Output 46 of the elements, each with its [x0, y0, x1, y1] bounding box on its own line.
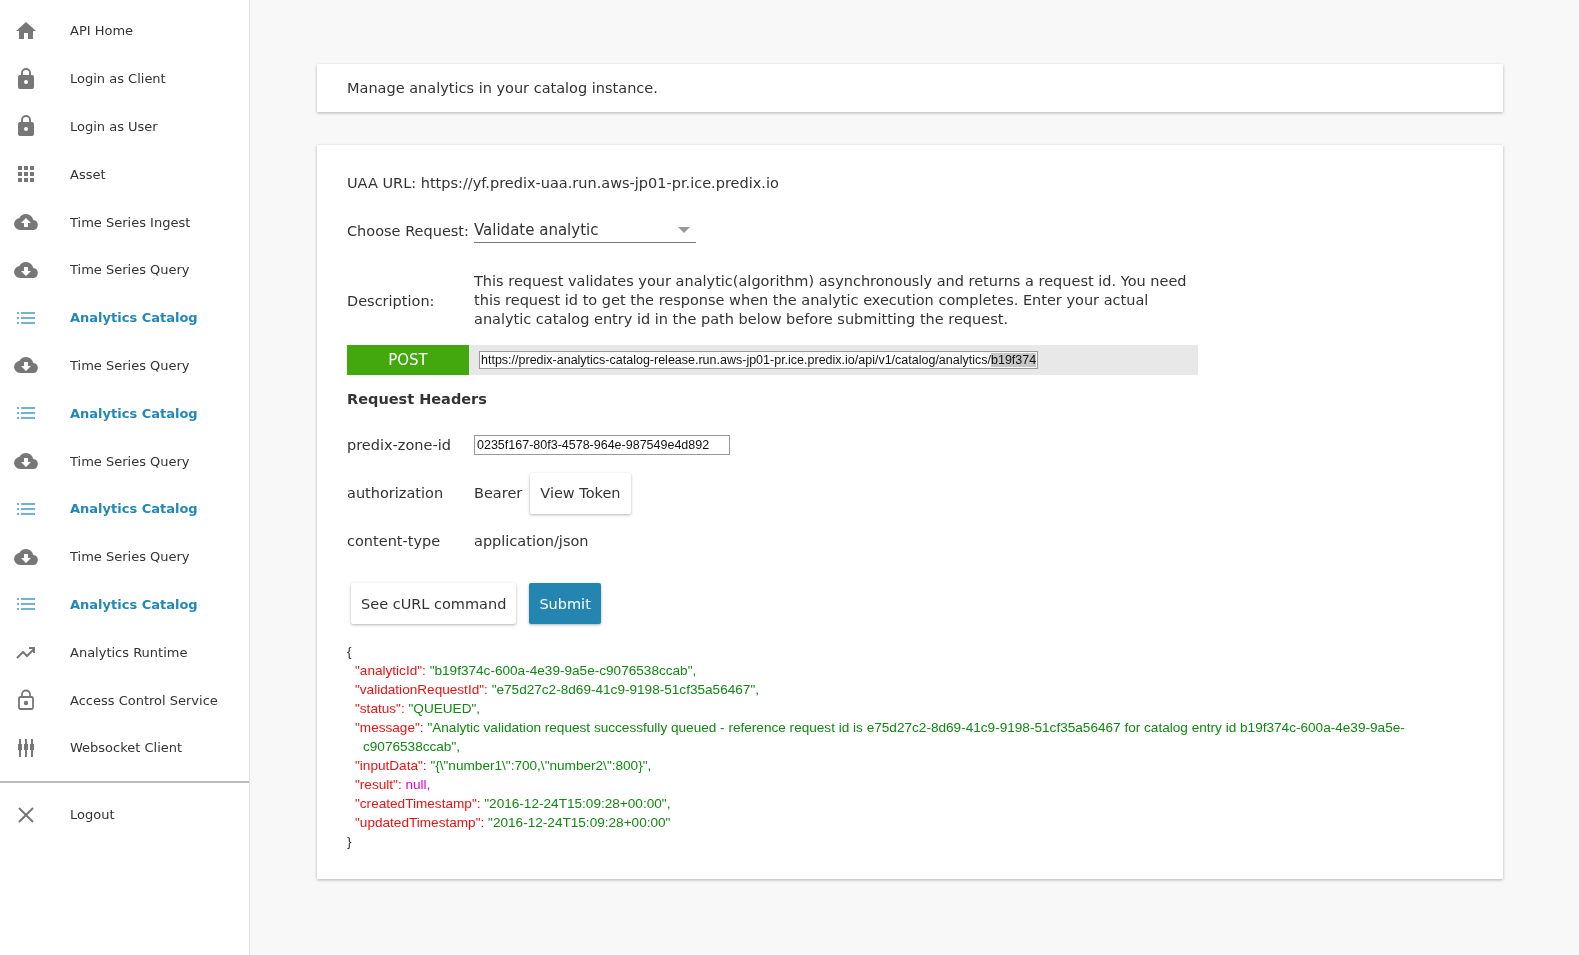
url-field[interactable]: https://predix-analytics-catalog-release.run.aws-jp01-pr.ice.predix.io/api/v1/catalog/analytics/b19f374 [479, 351, 1039, 369]
sidebar-item[interactable]: Analytics Catalog [0, 580, 249, 629]
header-value: application/json [474, 533, 589, 549]
curl-button[interactable]: See cURL command [351, 583, 517, 624]
json-brace: { [347, 643, 353, 661]
header-name: authorization [347, 485, 445, 501]
json-brace: } [347, 833, 353, 851]
header-value: Bearer [474, 485, 523, 501]
uaa-url-text: UAA URL: https://yf.predix-uaa.run.aws-jp01-pr.ice.predix.io [347, 175, 780, 191]
json-line: "analyticId": "b19f374c-600a-4e39-9a5e-c9076538ccab", [355, 662, 698, 680]
intro-text: Manage analytics in your catalog instance. [346, 79, 659, 98]
json-line: "result": null, [355, 776, 432, 794]
header-name: content-type [347, 533, 442, 549]
sidebar-item[interactable]: API Home [0, 7, 249, 55]
header-input[interactable]: 0235f167-80f3-4578-964e-987549e4d892 [474, 435, 730, 455]
json-line: "inputData": "{\"number1\":700,\"number2\":800}", [355, 757, 653, 775]
sidebar-item[interactable]: Login as Client [0, 54, 249, 103]
submit-button[interactable]: Submit [529, 583, 601, 624]
sidebar-item[interactable]: Login as User [0, 102, 249, 151]
sidebar-item[interactable]: Time Series Ingest [0, 198, 249, 246]
json-line: "updatedTimestamp": "2016-12-24T15:09:28+00:00" [355, 814, 672, 832]
json-line: "createdTimestamp": "2016-12-24T15:09:28+00:00", [355, 795, 672, 813]
method-badge: POST [347, 345, 469, 375]
request-headers-title: Request Headers [347, 391, 488, 407]
view-token-button[interactable]: View Token [530, 472, 631, 514]
caret-icon [678, 227, 690, 233]
sidebar-item[interactable]: Websocket Client [0, 723, 249, 772]
sidebar-item[interactable]: Analytics Runtime [0, 628, 249, 677]
json-line: "status": "QUEUED", [355, 700, 482, 718]
request-select[interactable]: Validate analytic [474, 219, 696, 243]
description-text: This request validates your analytic(algorithm) asynchronously and returns a request id. You need this request id to get the response when the analytic execution completes. Enter your actual analytic catalog entry id in the path below before submitting the request. [474, 272, 1188, 329]
logout-item[interactable]: Logout [0, 790, 249, 839]
description-label: Description: [347, 292, 436, 309]
sidebar-item[interactable]: Analytics Catalog [0, 293, 249, 342]
sidebar-item[interactable]: Access Control Service [0, 676, 249, 724]
sidebar-item[interactable]: Time Series Query [0, 437, 249, 485]
sidebar-item[interactable]: Asset [0, 150, 249, 199]
json-line: "validationRequestId": "e75d27c2-8d69-41c9-9198-51cf35a56467", [355, 681, 760, 699]
sidebar-item[interactable]: Analytics Catalog [0, 389, 249, 438]
json-line: "message": "Analytic validation request successfully queued - reference request id is e75d27c2-8d69-41c9-9198-51cf35a56467 for catalog entry id b19f374c-600a-4e39-9a5e-c9076538ccab", [355, 719, 1406, 756]
sidebar-item[interactable]: Time Series Query [0, 246, 249, 294]
sidebar-item[interactable]: Time Series Query [0, 532, 249, 581]
header-name: predix-zone-id [347, 437, 452, 453]
choose-request-label: Choose Request: [347, 223, 470, 239]
sidebar-item[interactable]: Time Series Query [0, 341, 249, 390]
sidebar-item[interactable]: Analytics Catalog [0, 484, 249, 533]
